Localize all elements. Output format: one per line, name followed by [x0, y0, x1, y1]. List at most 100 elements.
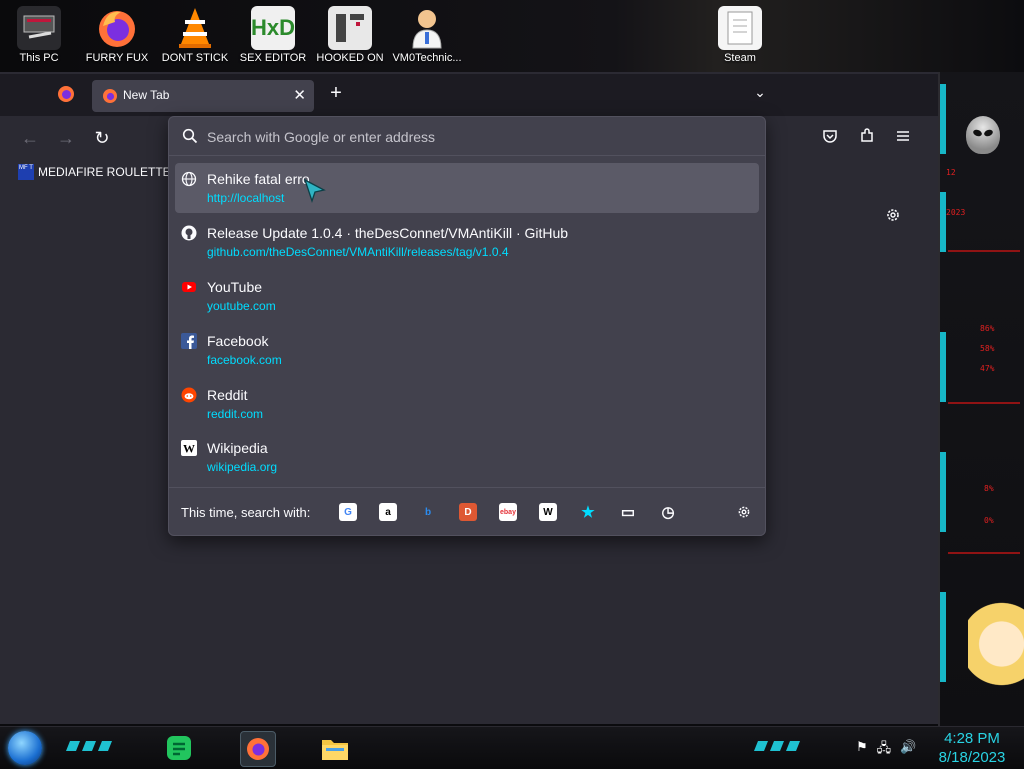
desktop-icon-vm0technic[interactable]: VM0Technic... — [391, 6, 463, 64]
forward-button[interactable]: → — [54, 126, 78, 150]
desktop-icon-this-pc[interactable]: This PC — [3, 6, 75, 64]
suggestion-title: Rehike fatal erro — [207, 171, 310, 187]
suggestion-title: Reddit — [207, 387, 248, 403]
panel-bar — [948, 402, 1020, 404]
one-off-label: This time, search with: — [181, 505, 311, 520]
github-icon — [181, 225, 197, 241]
new-tab-settings-gear-icon[interactable] — [884, 206, 902, 229]
mouse-cursor-icon — [302, 178, 328, 204]
clock-time: 4:28 PM — [944, 730, 1000, 747]
tab-title: New Tab — [123, 88, 170, 102]
firefox-favicon-icon — [102, 88, 118, 104]
suggestion-title: Facebook — [207, 333, 269, 349]
tab-new-tab[interactable]: New Tab ✕ — [92, 80, 314, 112]
desktop-icon-steam[interactable]: Steam — [704, 6, 776, 64]
accent-strip — [940, 452, 946, 532]
suggestion-row[interactable]: W Wikipedia wikipedia.org — [175, 432, 759, 482]
tabs-icon[interactable]: ▭ — [619, 503, 637, 521]
desktop-icon-sex-editor[interactable]: HxD SEX EDITOR — [237, 6, 309, 64]
amazon-engine-icon[interactable]: a — [379, 503, 397, 521]
accent-strip — [940, 592, 946, 682]
back-button[interactable]: ← — [18, 126, 42, 150]
address-bar-dropdown: Rehike fatal erro http://localhost Release… — [168, 116, 766, 536]
search-settings-gear-icon[interactable] — [735, 503, 753, 521]
panel-readout: 47% — [980, 364, 995, 373]
suggestion-row[interactable]: Facebook facebook.com — [175, 325, 759, 375]
panel-readout: 12 — [946, 168, 956, 177]
hamburger-menu-icon[interactable] — [891, 126, 915, 150]
panel-bar — [948, 552, 1020, 554]
search-icon — [182, 128, 198, 144]
suggestion-row[interactable]: Rehike fatal erro http://localhost — [175, 163, 759, 213]
computer-icon — [17, 6, 61, 50]
suggestion-url: github.com/theDesConnet/VMAntiKill/relea… — [207, 245, 509, 259]
close-tab-icon[interactable]: ✕ — [293, 86, 306, 104]
taskbar-notes-app-icon[interactable] — [162, 731, 196, 765]
suggestion-title: YouTube — [207, 279, 263, 295]
bookmarks-star-icon[interactable]: ★ — [579, 503, 597, 521]
panel-bar — [948, 250, 1020, 252]
facebook-icon — [181, 333, 197, 349]
suggestion-row[interactable]: YouTube youtube.com — [175, 271, 759, 321]
suggestion-row[interactable]: Release Update 1.0.4 · theDesConnet/VMAn… — [175, 217, 759, 267]
address-bar — [169, 117, 765, 156]
accent-strip — [940, 192, 946, 252]
suggestion-url: reddit.com — [207, 407, 264, 421]
cartoon-character-image — [968, 600, 1024, 710]
list-all-tabs-chevron-icon[interactable]: ⌄ — [750, 84, 770, 104]
bookmark-mediafire-rouletter[interactable]: MF T MEDIAFIRE ROULETTER — [18, 164, 179, 180]
new-tab-button[interactable]: + — [326, 82, 346, 104]
taskbar-decoration — [754, 741, 800, 751]
duckduckgo-engine-icon[interactable]: D — [459, 503, 477, 521]
suggestion-url: http://localhost — [207, 191, 285, 205]
pocket-icon[interactable] — [818, 126, 842, 150]
start-button[interactable] — [8, 731, 42, 765]
panel-readout: 2023 — [946, 208, 966, 217]
taskbar-firefox-icon[interactable] — [240, 731, 276, 767]
extensions-puzzle-icon[interactable] — [855, 126, 879, 150]
google-engine-icon[interactable]: G — [339, 503, 357, 521]
bing-engine-icon[interactable]: b — [419, 503, 437, 521]
address-input[interactable] — [205, 124, 749, 150]
desktop-icon-hooked-on[interactable]: HOOKED ON — [314, 6, 386, 64]
globe-icon — [181, 171, 197, 187]
firefox-icon — [95, 6, 139, 50]
tab-strip: New Tab ✕ + ⌄ — [0, 74, 938, 116]
svg-text:W: W — [183, 442, 195, 456]
panel-readout: 58% — [980, 344, 995, 353]
hxd-editor-icon: HxD — [251, 6, 295, 50]
history-clock-icon[interactable]: ◷ — [659, 503, 677, 521]
desktop-icon-strip: This PC FURRY FUX DONT STICK HxD SEX EDI… — [0, 0, 1024, 72]
taskbar-file-explorer-icon[interactable] — [318, 731, 352, 765]
accent-strip — [940, 332, 946, 402]
network-icon[interactable]: 🖧 — [877, 739, 892, 761]
panel-readout: 0% — [984, 516, 994, 525]
suggestion-title: Release Update 1.0.4 · theDesConnet/VMAn… — [207, 225, 569, 241]
accent-strip — [940, 84, 946, 154]
volume-icon[interactable]: 🔊 — [900, 739, 916, 761]
panel-readout: 8% — [984, 484, 994, 493]
desktop-icon-dont-stick[interactable]: DONT STICK — [159, 6, 231, 64]
reload-button[interactable]: ↻ — [90, 126, 114, 150]
wikipedia-icon: W — [181, 440, 197, 456]
document-icon — [718, 6, 762, 50]
action-center-flag-icon[interactable]: ⚑ — [856, 739, 868, 761]
suggestion-url: wikipedia.org — [207, 460, 278, 474]
panel-readout: 86% — [980, 324, 995, 333]
reddit-icon — [181, 387, 197, 403]
system-tray: ⚑ 🖧 🔊 — [856, 739, 916, 761]
vlc-cone-icon — [173, 6, 217, 50]
firefox-menu-icon[interactable] — [56, 84, 76, 104]
wikipedia-engine-icon[interactable]: W — [539, 503, 557, 521]
bookmark-label: MEDIAFIRE ROULETTER — [38, 165, 180, 179]
alienware-logo-icon — [966, 116, 1000, 154]
taskbar-clock[interactable]: 4:28 PM 8/18/2023 — [930, 729, 1014, 767]
youtube-icon — [181, 279, 197, 295]
suggestion-row[interactable]: Reddit reddit.com — [175, 379, 759, 429]
one-off-search-bar: This time, search with: Ga b Debay W ★ ▭ ◷ — [169, 487, 765, 536]
taskbar-decoration — [66, 741, 112, 751]
suggestion-url: youtube.com — [207, 299, 276, 313]
ebay-engine-icon[interactable]: ebay — [499, 503, 517, 521]
desktop-icon-furry-fux[interactable]: FURRY FUX — [81, 6, 153, 64]
doctor-avatar-icon — [405, 6, 449, 50]
